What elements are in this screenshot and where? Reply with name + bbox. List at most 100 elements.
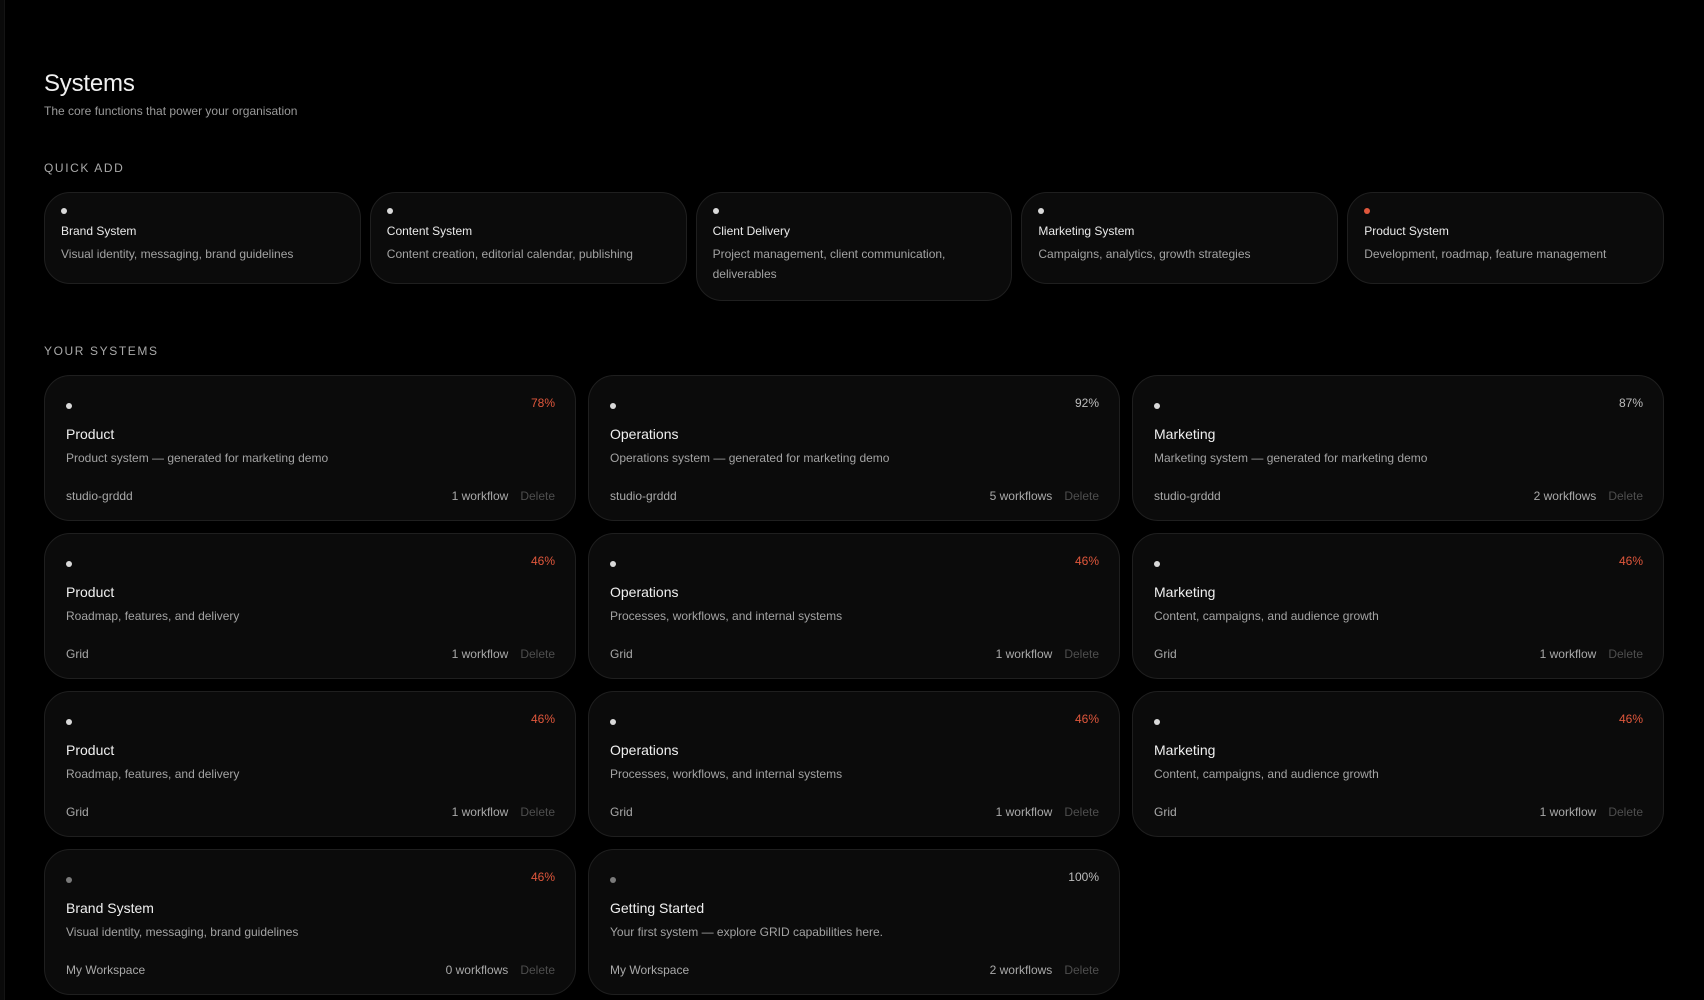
system-owner: studio-grddd — [610, 489, 677, 503]
quick-add-name: Client Delivery — [712, 224, 790, 238]
system-description: Roadmap, features, and delivery — [66, 609, 240, 623]
system-footer: Grid 1 workflow Delete — [1154, 647, 1643, 661]
status-dot-icon — [610, 877, 616, 883]
status-dot-icon — [66, 719, 72, 725]
workflow-count: 1 workflow — [995, 647, 1053, 661]
system-footer: studio-grddd 2 workflows Delete — [1154, 489, 1643, 503]
system-description: Processes, workflows, and internal syste… — [610, 609, 843, 623]
system-description: Roadmap, features, and delivery — [66, 767, 240, 781]
delete-button[interactable]: Delete — [520, 489, 555, 503]
system-description: Content, campaigns, and audience growth — [1154, 609, 1379, 623]
status-dot-icon — [66, 561, 72, 567]
quick-add-card[interactable]: Brand System Visual identity, messaging, … — [44, 192, 361, 284]
system-card[interactable]: 46% Marketing Content, campaigns, and audi… — [1132, 691, 1664, 837]
system-owner: Grid — [1154, 647, 1177, 661]
quick-add-name: Brand System — [61, 224, 137, 238]
status-dot-icon — [1364, 208, 1371, 214]
system-footer: Grid 1 workflow Delete — [610, 805, 1099, 819]
quick-add-description: Content creation, editorial calendar, pu… — [386, 247, 633, 261]
delete-button[interactable]: Delete — [1608, 805, 1643, 819]
system-footer: Grid 1 workflow Delete — [66, 805, 555, 819]
workflow-count: 1 workflow — [451, 489, 509, 503]
system-description: Your first system — explore GRID capabil… — [610, 925, 883, 939]
system-owner: studio-grddd — [1154, 489, 1221, 503]
system-name: Marketing — [1154, 426, 1216, 442]
system-description: Product system — generated for marketing… — [66, 451, 329, 465]
system-footer: Grid 1 workflow Delete — [1154, 805, 1643, 819]
system-card[interactable]: 46% Operations Processes, workflows, and i… — [588, 533, 1120, 679]
health-percent: 100% — [1068, 870, 1099, 884]
quick-add-description: Visual identity, messaging, brand guidel… — [61, 247, 294, 261]
system-owner: My Workspace — [610, 963, 690, 977]
health-percent: 92% — [1074, 396, 1099, 410]
quick-add-row: Brand System Visual identity, messaging, … — [44, 192, 1664, 301]
quick-add-card[interactable]: Content System Content creation, editoria… — [369, 192, 687, 284]
system-footer: My Workspace 2 workflows Delete — [610, 963, 1099, 977]
system-card[interactable]: 46% Marketing Content, campaigns, and audi… — [1132, 533, 1664, 679]
page-title: Systems — [44, 70, 135, 97]
system-card[interactable]: 92% Operations Operations system — generat… — [588, 375, 1120, 521]
delete-button[interactable]: Delete — [1064, 647, 1099, 661]
system-owner: My Workspace — [66, 963, 146, 977]
delete-button[interactable]: Delete — [520, 805, 555, 819]
delete-button[interactable]: Delete — [1064, 489, 1099, 503]
workflow-count: 1 workflow — [451, 805, 509, 819]
system-name: Operations — [610, 426, 679, 442]
delete-button[interactable]: Delete — [520, 647, 555, 661]
system-name: Operations — [610, 742, 679, 758]
status-dot-icon — [1154, 561, 1160, 567]
status-dot-icon — [386, 208, 393, 214]
status-dot-icon — [66, 877, 72, 883]
system-owner: Grid — [610, 805, 633, 819]
workflow-count: 1 workflow — [451, 647, 509, 661]
quick-add-description: Campaigns, analytics, growth strategies — [1038, 247, 1251, 261]
system-card[interactable]: 78% Product Product system — generated for… — [44, 375, 576, 521]
workflow-count: 2 workflows — [989, 963, 1053, 977]
status-dot-icon — [610, 403, 616, 409]
health-percent: 46% — [530, 554, 555, 568]
workflow-count: 0 workflows — [445, 963, 509, 977]
system-name: Product — [66, 426, 115, 442]
quick-add-card[interactable]: Client Delivery Project management, clien… — [695, 192, 1013, 301]
system-card[interactable]: 46% Product Roadmap, features, and deliver… — [44, 533, 576, 679]
system-card[interactable]: 100% Getting Started Your first system — e… — [588, 849, 1120, 995]
system-footer: My Workspace 0 workflows Delete — [66, 963, 555, 977]
quick-add-description: Development, roadmap, feature management — [1364, 247, 1607, 261]
system-card[interactable]: 46% Operations Processes, workflows, and i… — [588, 691, 1120, 837]
workflow-count: 5 workflows — [989, 489, 1053, 503]
system-footer: studio-grddd 1 workflow Delete — [66, 489, 555, 503]
system-card[interactable]: 46% Brand System Visual identity, messagin… — [44, 849, 576, 995]
delete-button[interactable]: Delete — [1608, 489, 1643, 503]
delete-button[interactable]: Delete — [1064, 963, 1099, 977]
system-description: Content, campaigns, and audience growth — [1154, 767, 1379, 781]
system-card[interactable]: 46% Product Roadmap, features, and deliver… — [44, 691, 576, 837]
health-percent: 46% — [530, 870, 555, 884]
quick-add-card[interactable]: Product System Development, roadmap, feat… — [1347, 192, 1664, 284]
system-footer: Grid 1 workflow Delete — [610, 647, 1099, 661]
health-percent: 46% — [1074, 712, 1099, 726]
workflow-count: 1 workflow — [1539, 805, 1597, 819]
your-systems-label: YOUR SYSTEMS — [44, 344, 159, 358]
delete-button[interactable]: Delete — [1608, 647, 1643, 661]
delete-button[interactable]: Delete — [1064, 805, 1099, 819]
status-dot-icon — [61, 208, 67, 214]
status-dot-icon — [1154, 719, 1160, 725]
system-card[interactable]: 87% Marketing Marketing system — generated… — [1132, 375, 1664, 521]
system-name: Marketing — [1154, 742, 1216, 758]
system-name: Product — [66, 584, 115, 600]
system-owner: Grid — [66, 647, 89, 661]
status-dot-icon — [712, 208, 719, 214]
status-dot-icon — [610, 719, 616, 725]
system-owner: Grid — [610, 647, 633, 661]
system-description: Marketing system — generated for marketi… — [1154, 451, 1428, 465]
quick-add-name: Product System — [1364, 224, 1449, 238]
quick-add-name: Marketing System — [1038, 224, 1135, 238]
page-subtitle: The core functions that power your organ… — [44, 104, 298, 118]
workflow-count: 1 workflow — [1539, 647, 1597, 661]
system-name: Getting Started — [610, 900, 705, 916]
system-owner: studio-grddd — [66, 489, 133, 503]
quick-add-card[interactable]: Marketing System Campaigns, analytics, gr… — [1021, 192, 1339, 284]
delete-button[interactable]: Delete — [520, 963, 555, 977]
quick-add-description: Project management, client communication… — [712, 247, 946, 281]
health-percent: 46% — [530, 712, 555, 726]
